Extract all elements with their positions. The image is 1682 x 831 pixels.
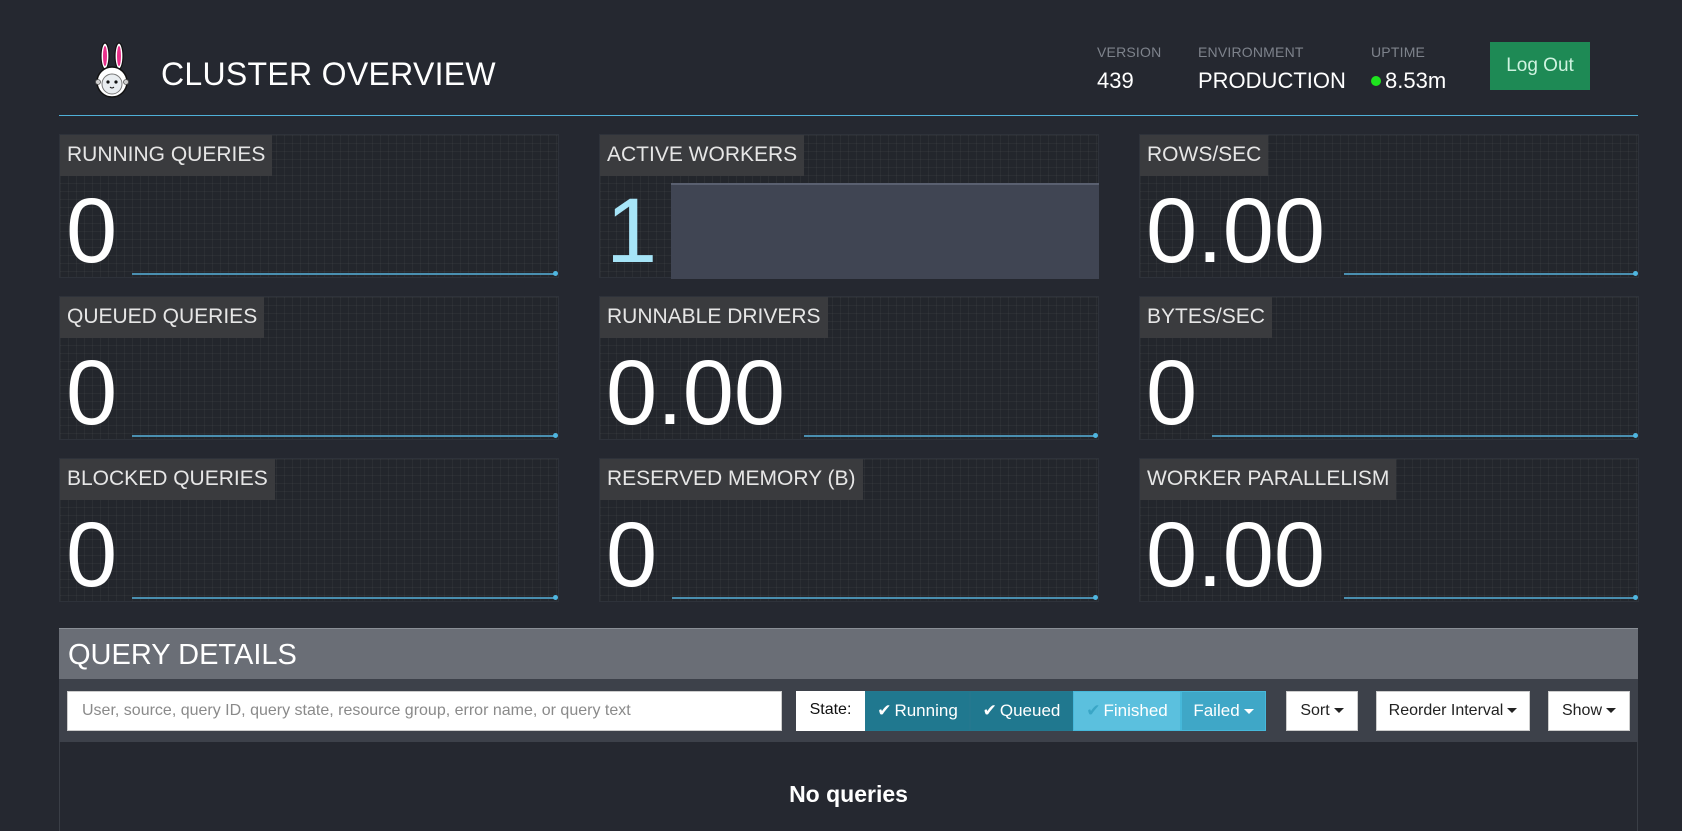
queued-queries-sparkline <box>132 433 558 438</box>
worker-parallelism-value: 0.00 <box>1146 504 1326 606</box>
query-details-header: QUERY DETAILS <box>59 628 1638 680</box>
query-details-title: QUERY DETAILS <box>68 639 297 671</box>
rows-sec-sparkline <box>1344 271 1638 276</box>
reserved-memory-tile: RESERVED MEMORY (B) 0 <box>599 458 1099 602</box>
chevron-down-icon <box>1606 708 1617 713</box>
runnable-drivers-tile: RUNNABLE DRIVERS 0.00 <box>599 296 1099 440</box>
state-finished-label: Finished <box>1103 701 1168 720</box>
blocked-queries-value: 0 <box>66 504 118 606</box>
bytes-sec-label: BYTES/SEC <box>1140 297 1272 338</box>
status-dot-icon <box>1371 76 1381 86</box>
state-label: State: <box>796 691 865 731</box>
sort-dropdown[interactable]: Sort <box>1286 691 1358 731</box>
uptime-info: UPTIME 8.53m <box>1371 44 1446 94</box>
runnable-drivers-label: RUNNABLE DRIVERS <box>600 297 828 338</box>
active-workers-value: 1 <box>606 180 658 282</box>
query-search-input[interactable] <box>67 691 782 731</box>
state-failed-dropdown[interactable]: Failed <box>1181 691 1266 731</box>
running-queries-label: RUNNING QUERIES <box>60 135 273 176</box>
worker-parallelism-label: WORKER PARALLELISM <box>1140 459 1397 500</box>
state-finished-button[interactable]: ✔ Finished <box>1073 691 1181 731</box>
sort-label: Sort <box>1300 702 1330 719</box>
show-label: Show <box>1561 702 1603 719</box>
reserved-memory-label: RESERVED MEMORY (B) <box>600 459 863 500</box>
queued-queries-label: QUEUED QUERIES <box>60 297 265 338</box>
queued-queries-tile: QUEUED QUERIES 0 <box>59 296 559 440</box>
version-value: 439 <box>1097 68 1134 93</box>
query-toolbar: State: ✔Running ✔Queued ✔Finished Failed… <box>59 679 1638 742</box>
worker-parallelism-tile: WORKER PARALLELISM 0.00 <box>1139 458 1639 602</box>
environment-label: ENVIRONMENT <box>1198 44 1304 60</box>
bytes-sec-value: 0 <box>1146 342 1198 444</box>
reorder-interval-label: Reorder Interval <box>1388 702 1504 719</box>
active-workers-tile: ACTIVE WORKERS 1 <box>599 134 1099 282</box>
blocked-queries-tile: BLOCKED QUERIES 0 <box>59 458 559 602</box>
logout-button[interactable]: Log Out <box>1490 42 1590 90</box>
runnable-drivers-value: 0.00 <box>606 342 786 444</box>
empty-message: No queries <box>789 781 908 807</box>
bytes-sec-sparkline <box>1212 433 1638 438</box>
checkmark-icon: ✔ <box>982 701 997 720</box>
state-failed-label: Failed <box>1193 701 1240 720</box>
uptime-value-wrap: 8.53m <box>1371 68 1446 94</box>
checkmark-icon: ✔ <box>1086 701 1101 720</box>
query-results: No queries <box>59 742 1638 831</box>
bunny-logo-icon <box>95 42 129 98</box>
active-workers-bar-graph <box>671 183 1099 279</box>
rows-sec-tile: ROWS/SEC 0.00 <box>1139 134 1639 278</box>
running-queries-tile: RUNNING QUERIES 0 <box>59 134 559 278</box>
running-queries-value: 0 <box>66 180 118 282</box>
checkmark-icon: ✔ <box>877 701 892 720</box>
state-running-button[interactable]: ✔ Running <box>865 691 970 731</box>
uptime-value: 8.53m <box>1385 68 1447 93</box>
uptime-label: UPTIME <box>1371 44 1426 60</box>
page-header: CLUSTER OVERVIEW VERSION 439 ENVIRONMENT… <box>59 0 1638 116</box>
state-queued-label: Queued <box>999 701 1061 720</box>
environment-value: PRODUCTION <box>1198 68 1346 93</box>
reserved-memory-sparkline <box>672 595 1098 600</box>
rows-sec-value: 0.00 <box>1146 180 1326 282</box>
reorder-interval-dropdown[interactable]: Reorder Interval <box>1376 691 1530 731</box>
environment-info: ENVIRONMENT PRODUCTION <box>1198 44 1346 94</box>
version-info: VERSION 439 <box>1097 44 1161 94</box>
show-dropdown[interactable]: Show <box>1548 691 1630 731</box>
chevron-down-icon <box>1243 709 1254 714</box>
version-label: VERSION <box>1097 44 1162 60</box>
bytes-sec-tile: BYTES/SEC 0 <box>1139 296 1639 440</box>
rows-sec-label: ROWS/SEC <box>1140 135 1269 176</box>
runnable-drivers-sparkline <box>804 433 1098 438</box>
active-workers-label: ACTIVE WORKERS <box>600 135 805 176</box>
reserved-memory-value: 0 <box>606 504 658 606</box>
chevron-down-icon <box>1333 708 1344 713</box>
state-running-label: Running <box>894 701 958 720</box>
queued-queries-value: 0 <box>66 342 118 444</box>
state-queued-button[interactable]: ✔ Queued <box>970 691 1073 731</box>
chevron-down-icon <box>1507 708 1518 713</box>
blocked-queries-label: BLOCKED QUERIES <box>60 459 275 500</box>
page-title: CLUSTER OVERVIEW <box>161 56 496 92</box>
running-queries-sparkline <box>132 271 558 276</box>
blocked-queries-sparkline <box>132 595 558 600</box>
worker-parallelism-sparkline <box>1344 595 1638 600</box>
